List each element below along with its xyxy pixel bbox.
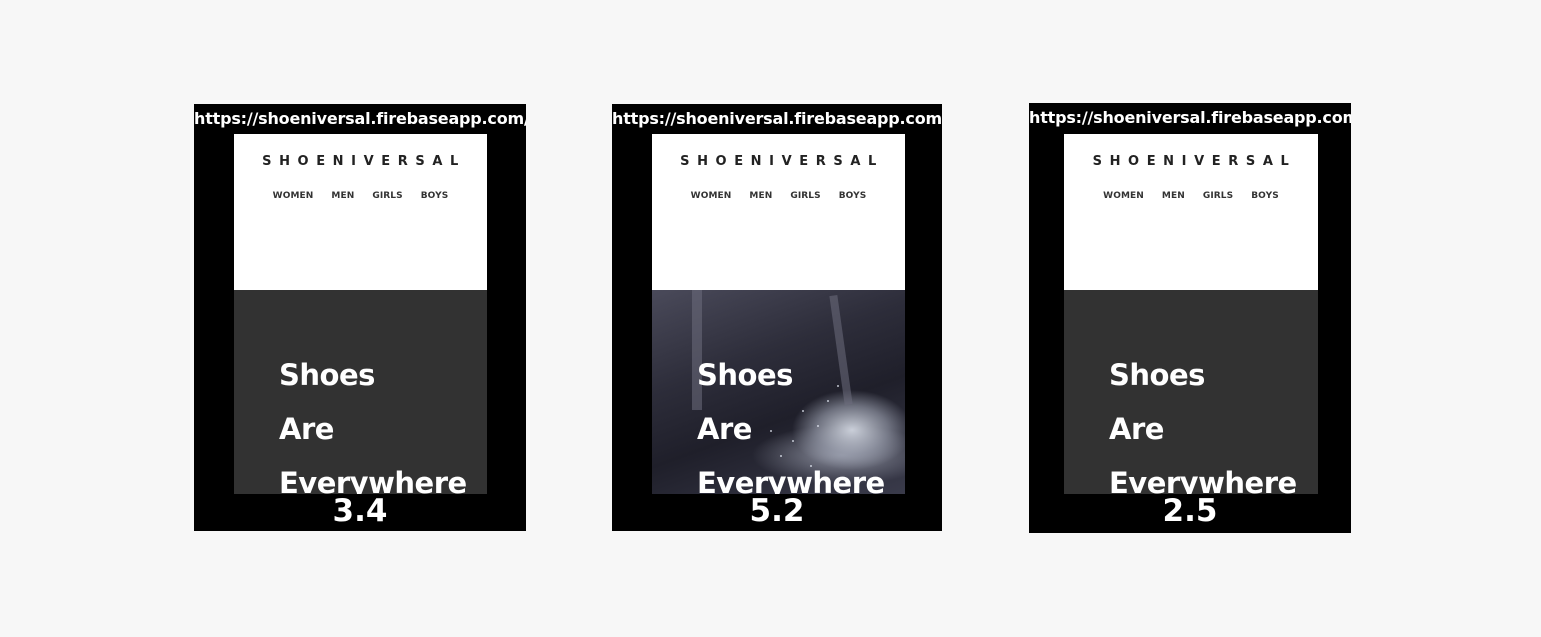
headline-line-2: Are (1109, 412, 1164, 446)
headline-line-2: Are (279, 412, 334, 446)
score-label: 5.2 (749, 493, 805, 529)
site-header: SHOENIVERSAL WOMEN MEN GIRLS BOYS (234, 134, 487, 290)
headline-line-3: Everywhere (697, 466, 885, 494)
nav-item-men[interactable]: MEN (749, 191, 772, 201)
nav-item-girls[interactable]: GIRLS (1203, 191, 1233, 201)
nav-item-women[interactable]: WOMEN (1103, 191, 1144, 201)
score-label: 2.5 (1162, 493, 1218, 529)
headline-line-3: Everywhere (1109, 466, 1297, 494)
headline-line-2: Are (697, 412, 752, 446)
nav-item-boys[interactable]: BOYS (839, 191, 867, 201)
hero-banner-photo: Shoes Are Everywhere (652, 290, 905, 494)
screenshot-panel-3: https://shoeniversal.firebaseapp.com/ SH… (1029, 103, 1351, 533)
headline-line-1: Shoes (1109, 358, 1205, 392)
main-nav: WOMEN MEN GIRLS BOYS (1064, 191, 1318, 201)
screenshot-panel-1: https://shoeniversal.firebaseapp.com/ SH… (194, 104, 526, 531)
comparison-stage: https://shoeniversal.firebaseapp.com/ SH… (0, 0, 1541, 637)
nav-item-men[interactable]: MEN (1162, 191, 1185, 201)
headline-line-1: Shoes (697, 358, 793, 392)
nav-item-men[interactable]: MEN (331, 191, 354, 201)
main-nav: WOMEN MEN GIRLS BOYS (652, 191, 905, 201)
nav-item-girls[interactable]: GIRLS (372, 191, 402, 201)
site-viewport: SHOENIVERSAL WOMEN MEN GIRLS BOYS Shoes … (234, 134, 487, 494)
hero-headline: Shoes Are Everywhere (279, 348, 467, 494)
site-logo[interactable]: SHOENIVERSAL (652, 154, 905, 169)
hero-banner: Shoes Are Everywhere (234, 290, 487, 494)
nav-item-girls[interactable]: GIRLS (790, 191, 820, 201)
site-header: SHOENIVERSAL WOMEN MEN GIRLS BOYS (652, 134, 905, 290)
screenshot-panel-2: https://shoeniversal.firebaseapp.com/ SH… (612, 104, 942, 531)
nav-item-boys[interactable]: BOYS (1251, 191, 1279, 201)
site-header: SHOENIVERSAL WOMEN MEN GIRLS BOYS (1064, 134, 1318, 290)
site-viewport: SHOENIVERSAL WOMEN MEN GIRLS BOYS Shoes … (1064, 134, 1318, 494)
site-logo[interactable]: SHOENIVERSAL (234, 154, 487, 169)
hero-headline: Shoes Are Everywhere (697, 348, 885, 494)
headline-line-1: Shoes (279, 358, 375, 392)
url-caption: https://shoeniversal.firebaseapp.com/ (1029, 108, 1351, 127)
hero-banner: Shoes Are Everywhere (1064, 290, 1318, 494)
nav-item-women[interactable]: WOMEN (691, 191, 732, 201)
site-logo[interactable]: SHOENIVERSAL (1064, 154, 1318, 169)
url-caption: https://shoeniversal.firebaseapp.com/ (612, 109, 942, 128)
headline-line-3: Everywhere (279, 466, 467, 494)
site-viewport: SHOENIVERSAL WOMEN MEN GIRLS BOYS Shoes … (652, 134, 905, 494)
nav-item-women[interactable]: WOMEN (273, 191, 314, 201)
main-nav: WOMEN MEN GIRLS BOYS (234, 191, 487, 201)
url-caption: https://shoeniversal.firebaseapp.com/ (194, 109, 526, 128)
hero-headline: Shoes Are Everywhere (1109, 348, 1297, 494)
nav-item-boys[interactable]: BOYS (421, 191, 449, 201)
score-label: 3.4 (332, 493, 388, 529)
